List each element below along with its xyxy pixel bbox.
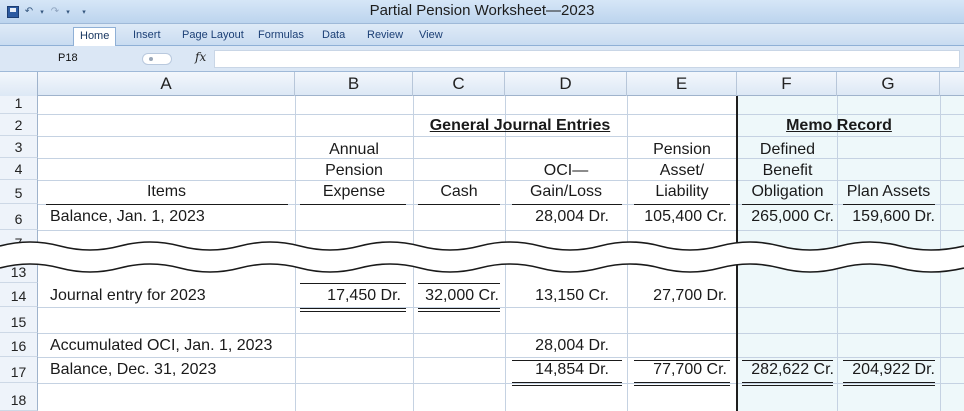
ribbon-tabs: Home Insert Page Layout Formulas Data Re…: [0, 24, 964, 46]
redo-dropdown-icon[interactable]: ▾: [64, 8, 72, 16]
spreadsheet-grid: A B C D E F G 1 2 3 4 5 6 7 13 14 15 16 …: [0, 72, 964, 411]
name-box-dropdown[interactable]: [142, 53, 172, 65]
save-icon[interactable]: [6, 5, 20, 19]
formula-bar: P18 fx: [0, 46, 964, 72]
tab-page-layout[interactable]: Page Layout: [182, 27, 244, 45]
tab-data[interactable]: Data: [322, 27, 345, 45]
tab-home[interactable]: Home: [73, 27, 117, 46]
formula-input[interactable]: [214, 50, 960, 68]
tab-view[interactable]: View: [419, 27, 443, 45]
tab-review[interactable]: Review: [367, 27, 403, 45]
function-icon[interactable]: fx: [195, 50, 206, 64]
tab-insert[interactable]: Insert: [133, 27, 161, 45]
row-break-marker: [0, 241, 964, 273]
window-title: Partial Pension Worksheet—2023: [369, 2, 595, 19]
redo-icon[interactable]: ↷: [48, 5, 62, 19]
tab-formulas[interactable]: Formulas: [258, 27, 304, 45]
quick-access-toolbar: ↶ ▾ ↷ ▾ ▾: [6, 4, 88, 20]
title-bar: ↶ ▾ ↷ ▾ ▾ Partial Pension Worksheet—2023: [0, 0, 964, 24]
undo-icon[interactable]: ↶: [22, 5, 36, 19]
name-box[interactable]: P18: [58, 52, 78, 64]
customize-icon[interactable]: ▾: [80, 8, 88, 16]
undo-dropdown-icon[interactable]: ▾: [38, 8, 46, 16]
